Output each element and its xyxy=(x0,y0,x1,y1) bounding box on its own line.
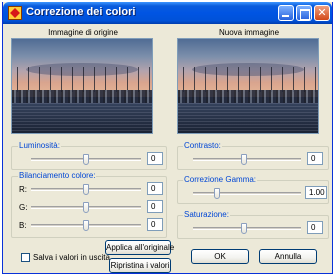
green-slider-thumb[interactable] xyxy=(83,202,89,213)
title-bar[interactable]: Correzione dei colori ✕ xyxy=(3,2,332,24)
new-image-label: Nuova immagine xyxy=(218,28,280,37)
close-icon[interactable]: ✕ xyxy=(314,5,330,21)
minimize-icon[interactable] xyxy=(278,5,294,21)
red-slider-thumb[interactable] xyxy=(83,184,89,195)
blue-channel-label: B: xyxy=(19,221,27,230)
save-values-label: Salva i valori in uscita xyxy=(33,253,110,262)
brightness-slider-thumb[interactable] xyxy=(83,154,89,165)
gamma-value-field[interactable]: 1.00 xyxy=(305,186,327,199)
brightness-value-field[interactable]: 0 xyxy=(147,152,163,165)
contrast-value-field[interactable]: 0 xyxy=(307,152,323,165)
apply-to-original-button[interactable]: Applica all'originale xyxy=(105,240,174,255)
maximize-icon[interactable] xyxy=(296,5,312,21)
green-channel-label: G: xyxy=(19,203,28,212)
restore-values-button[interactable]: Ripristina i valori xyxy=(109,258,171,273)
contrast-slider-thumb[interactable] xyxy=(241,154,247,165)
blue-slider-thumb[interactable] xyxy=(83,220,89,231)
green-value-field[interactable]: 0 xyxy=(147,200,163,213)
red-channel-label: R: xyxy=(19,185,27,194)
saturation-slider-thumb[interactable] xyxy=(241,223,247,234)
window-title: Correzione dei colori xyxy=(26,6,136,18)
gamma-label: Correzione Gamma: xyxy=(183,175,258,184)
gamma-slider-thumb[interactable] xyxy=(214,188,220,199)
gamma-slider[interactable] xyxy=(193,192,301,195)
contrast-label: Contrasto: xyxy=(183,141,222,150)
contrast-slider[interactable] xyxy=(193,158,301,161)
original-image-preview xyxy=(11,38,153,134)
save-values-checkbox[interactable] xyxy=(21,253,30,262)
red-value-field[interactable]: 0 xyxy=(147,182,163,195)
cancel-button[interactable]: Annulla xyxy=(259,249,317,264)
color-balance-label: Bilanciamento colore: xyxy=(18,171,97,180)
saturation-label: Saturazione: xyxy=(183,210,230,219)
saturation-value-field[interactable]: 0 xyxy=(307,221,323,234)
color-correction-icon xyxy=(8,6,22,20)
new-image-preview xyxy=(177,38,319,134)
saturation-slider[interactable] xyxy=(193,227,301,230)
ok-button[interactable]: OK xyxy=(191,249,249,264)
color-correction-dialog: Correzione dei colori ✕ Immagine di orig… xyxy=(2,2,333,274)
brightness-label: Luminosità: xyxy=(18,141,61,150)
blue-value-field[interactable]: 0 xyxy=(147,218,163,231)
original-image-label: Immagine di origine xyxy=(48,28,118,37)
